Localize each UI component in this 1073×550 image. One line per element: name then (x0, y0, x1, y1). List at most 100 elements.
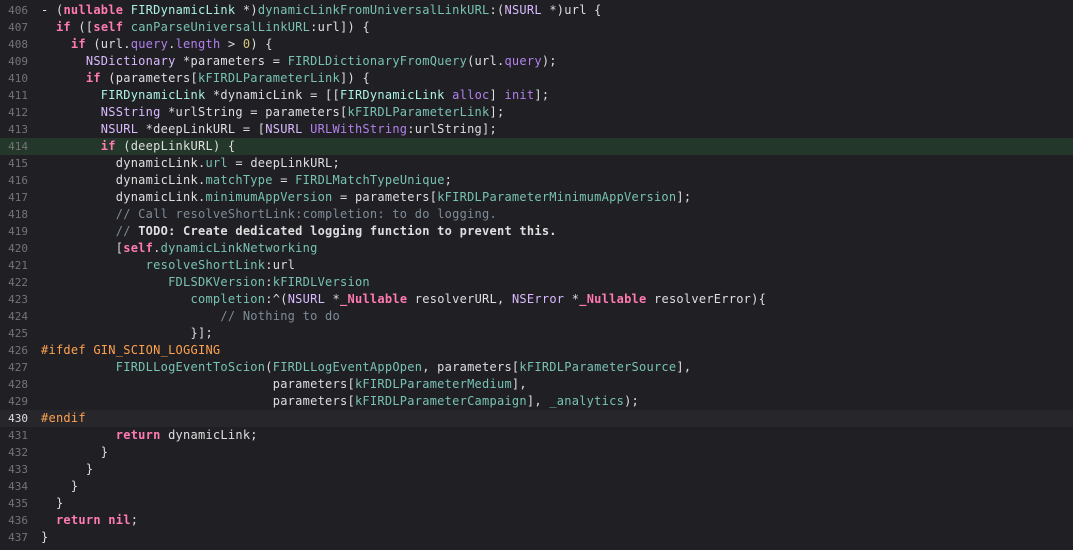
code-text[interactable]: }]; (41, 325, 213, 342)
code-line[interactable]: 437} (0, 529, 1073, 546)
code-text[interactable]: #endif (41, 410, 86, 427)
code-text[interactable]: if (url.query.length > 0) { (41, 36, 273, 53)
code-line[interactable]: 411 FIRDynamicLink *dynamicLink = [[FIRD… (0, 87, 1073, 104)
code-line[interactable]: 406 - (nullable FIRDynamicLink *)dynamicL… (0, 2, 1073, 19)
line-number: 419 (8, 225, 28, 238)
code-text[interactable]: // Call resolveShortLink:completion: to … (41, 206, 497, 223)
code-token: = parameters[ (332, 190, 438, 204)
code-line[interactable]: 429 parameters[kFIRDLParameterCampaign],… (0, 393, 1073, 410)
code-text[interactable]: return dynamicLink; (41, 427, 258, 444)
code-text[interactable]: FDLSDKVersion:kFIRDLVersion (41, 274, 370, 291)
code-line[interactable]: 415 dynamicLink.url = deepLinkURL; (0, 155, 1073, 172)
code-text[interactable]: // Nothing to do (41, 308, 340, 325)
code-line[interactable]: 433 } (0, 461, 1073, 478)
code-token: TODO: Create dedicated logging function … (138, 224, 557, 238)
code-text[interactable]: - (nullable FIRDynamicLink *)dynamicLink… (41, 2, 602, 19)
line-number: 412 (8, 106, 28, 119)
code-line[interactable]: 435 } (0, 495, 1073, 512)
code-token: * (564, 292, 580, 306)
code-line[interactable]: 416 dynamicLink.matchType = FIRDLMatchTy… (0, 172, 1073, 189)
code-text[interactable]: dynamicLink.url = deepLinkURL; (41, 155, 340, 172)
code-text[interactable]: dynamicLink.minimumAppVersion = paramete… (41, 189, 691, 206)
code-text[interactable]: #ifdef GIN_SCION_LOGGING (41, 342, 220, 359)
code-text[interactable]: FIRDLLogEventToScion(FIRDLLogEventAppOpe… (41, 359, 691, 376)
code-token: *dynamicLink = [[ (205, 88, 340, 102)
code-token: matchType (205, 173, 273, 187)
code-line[interactable]: 428 parameters[kFIRDLParameterMedium], (0, 376, 1073, 393)
code-line[interactable]: 407 if ([self canParseUniversalLinkURL:u… (0, 19, 1073, 36)
code-token: return (115, 428, 161, 442)
code-line[interactable]: 431 return dynamicLink; (0, 427, 1073, 444)
code-token: :^( (265, 292, 288, 306)
code-token: init (504, 88, 535, 102)
code-text[interactable]: } (41, 444, 108, 461)
code-token: kFIRDLParameterCampaign (354, 394, 527, 408)
code-line[interactable]: 420 [self.dynamicLinkNetworking (0, 240, 1073, 257)
line-number: 427 (8, 361, 28, 374)
code-token: FIRDLMatchTypeUnique (295, 173, 445, 187)
code-line[interactable]: 422 FDLSDKVersion:kFIRDLVersion (0, 274, 1073, 291)
code-line[interactable]: 417 dynamicLink.minimumAppVersion = para… (0, 189, 1073, 206)
code-text[interactable]: } (41, 478, 78, 495)
code-text[interactable]: NSString *urlString = parameters[kFIRDLP… (41, 104, 504, 121)
code-text[interactable]: parameters[kFIRDLParameterCampaign], _an… (41, 393, 639, 410)
code-text[interactable]: resolveShortLink:url (41, 257, 295, 274)
code-text[interactable]: return nil; (41, 512, 138, 529)
code-line[interactable]: 418 // Call resolveShortLink:completion:… (0, 206, 1073, 223)
line-number: 418 (8, 208, 28, 221)
code-line[interactable]: 419 // TODO: Create dedicated logging fu… (0, 223, 1073, 240)
code-token: parameters[ (272, 394, 355, 408)
code-token: alloc (452, 88, 490, 102)
code-line[interactable]: 413 NSURL *deepLinkURL = [NSURL URLWithS… (0, 121, 1073, 138)
code-line[interactable]: 424 // Nothing to do (0, 308, 1073, 325)
code-token: // Nothing to do (220, 309, 340, 323)
code-line[interactable]: 421 resolveShortLink:url (0, 257, 1073, 274)
code-text[interactable]: if (deepLinkURL) { (41, 138, 235, 155)
code-token: resolverError){ (646, 292, 767, 306)
code-line[interactable]: 436 return nil; (0, 512, 1073, 529)
code-editor[interactable]: 406- (nullable FIRDynamicLink *)dynamicL… (0, 0, 1073, 550)
code-text[interactable]: } (41, 495, 63, 512)
code-text[interactable]: } (41, 461, 93, 478)
code-text[interactable]: completion:^(NSURL *_Nullable resolverUR… (41, 291, 766, 308)
line-number: 429 (8, 395, 28, 408)
code-text[interactable]: [self.dynamicLinkNetworking (41, 240, 318, 257)
code-token: length (175, 37, 221, 51)
code-token: if (55, 20, 71, 34)
code-text[interactable]: parameters[kFIRDLParameterMedium], (41, 376, 527, 393)
code-text[interactable]: // TODO: Create dedicated logging functi… (41, 223, 557, 240)
code-text[interactable]: if (parameters[kFIRDLParameterLink]) { (41, 70, 370, 87)
code-text[interactable]: } (41, 529, 48, 546)
code-token: self (123, 241, 154, 255)
line-number: 433 (8, 463, 28, 476)
code-line[interactable]: 409 NSDictionary *parameters = FIRDLDict… (0, 53, 1073, 70)
code-text[interactable]: if ([self canParseUniversalLinkURL:url])… (41, 19, 370, 36)
code-line[interactable]: 427 FIRDLLogEventToScion(FIRDLLogEventAp… (0, 359, 1073, 376)
line-number: 407 (8, 21, 28, 34)
code-line[interactable]: 410 if (parameters[kFIRDLParameterLink])… (0, 70, 1073, 87)
code-line[interactable]: 430 #endif (0, 410, 1073, 427)
code-text[interactable]: NSDictionary *parameters = FIRDLDictiona… (41, 53, 557, 70)
code-token: *deepLinkURL = [ (138, 122, 266, 136)
line-number: 409 (8, 55, 28, 68)
code-text[interactable]: NSURL *deepLinkURL = [NSURL URLWithStrin… (41, 121, 497, 138)
code-text[interactable]: FIRDynamicLink *dynamicLink = [[FIRDynam… (41, 87, 549, 104)
code-token: . (153, 241, 161, 255)
code-line[interactable]: 408 if (url.query.length > 0) { (0, 36, 1073, 53)
code-token: = (272, 173, 296, 187)
code-line[interactable]: 426 #ifdef GIN_SCION_LOGGING (0, 342, 1073, 359)
code-line[interactable]: 412 NSString *urlString = parameters[kFI… (0, 104, 1073, 121)
code-line[interactable]: 432 } (0, 444, 1073, 461)
code-token: NSError (511, 292, 565, 306)
code-line[interactable]: 414 if (deepLinkURL) { (0, 138, 1073, 155)
line-number: 424 (8, 310, 28, 323)
code-line[interactable]: 434 } (0, 478, 1073, 495)
code-line[interactable]: 423 completion:^(NSURL *_Nullable resolv… (0, 291, 1073, 308)
line-number: 426 (8, 344, 28, 357)
code-text[interactable]: dynamicLink.matchType = FIRDLMatchTypeUn… (41, 172, 452, 189)
code-token: > (220, 37, 243, 51)
code-line[interactable]: 425 }]; (0, 325, 1073, 342)
